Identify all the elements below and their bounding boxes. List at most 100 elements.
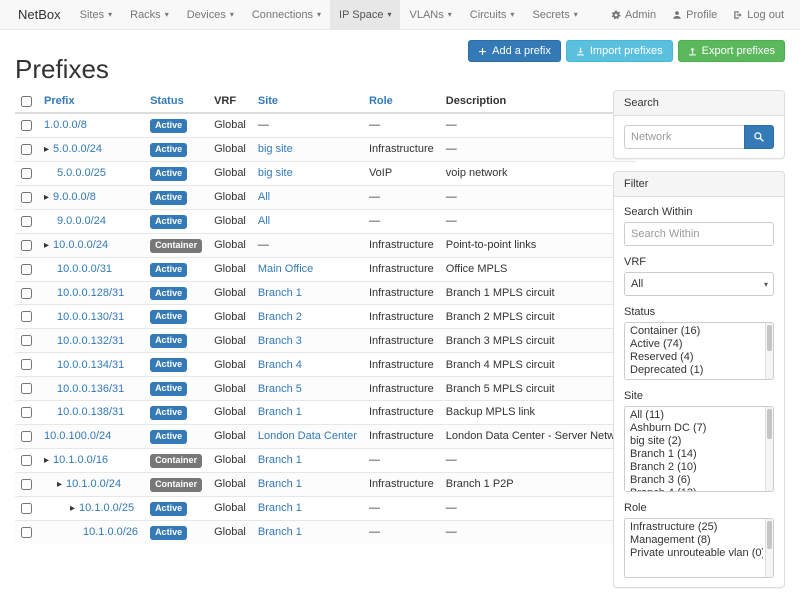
status-listbox-scrollbar[interactable] xyxy=(765,323,773,379)
row-checkbox[interactable] xyxy=(21,455,32,466)
prefix-link[interactable]: 10.0.0.134/31 xyxy=(57,359,124,371)
logout-link[interactable]: Log out xyxy=(725,0,792,29)
prefix-link[interactable]: 10.1.0.0/26 xyxy=(83,526,138,538)
column-header-status[interactable]: Status xyxy=(144,90,208,113)
site-listbox-scrollbar[interactable] xyxy=(765,407,773,491)
row-checkbox[interactable] xyxy=(21,359,32,370)
row-checkbox[interactable] xyxy=(21,288,32,299)
scrollbar-thumb[interactable] xyxy=(767,325,772,351)
row-checkbox[interactable] xyxy=(21,120,32,131)
status-listbox[interactable]: Container (16)Active (74)Reserved (4)Dep… xyxy=(624,322,774,380)
site-link[interactable]: big site xyxy=(258,167,293,179)
listbox-option[interactable]: big site (2) xyxy=(625,435,763,448)
prefix-link[interactable]: 10.0.0.128/31 xyxy=(57,287,124,299)
site-link[interactable]: Branch 1 xyxy=(258,478,302,490)
row-checkbox[interactable] xyxy=(21,264,32,275)
prefix-link[interactable]: 1.0.0.0/8 xyxy=(44,119,87,131)
row-checkbox[interactable] xyxy=(21,503,32,514)
row-checkbox[interactable] xyxy=(21,335,32,346)
add-prefix-button[interactable]: Add a prefix xyxy=(468,40,561,62)
listbox-option[interactable]: Container (16) xyxy=(625,325,763,338)
prefix-link[interactable]: 5.0.0.0/25 xyxy=(57,167,106,179)
nav-item-sites[interactable]: Sites▾ xyxy=(71,0,121,29)
nav-item-circuits[interactable]: Circuits▾ xyxy=(461,0,524,29)
site-link[interactable]: All xyxy=(258,215,270,227)
export-prefixes-button[interactable]: Export prefixes xyxy=(678,40,785,62)
row-checkbox[interactable] xyxy=(21,383,32,394)
column-header-label[interactable]: Role xyxy=(369,95,393,107)
column-header-prefix[interactable]: Prefix xyxy=(38,90,144,113)
row-checkbox[interactable] xyxy=(21,216,32,227)
row-checkbox[interactable] xyxy=(21,431,32,442)
search-button[interactable] xyxy=(744,125,774,149)
listbox-option[interactable]: Reserved (4) xyxy=(625,351,763,364)
nav-item-ip-space[interactable]: IP Space▾ xyxy=(330,0,400,29)
column-header-label[interactable]: Site xyxy=(258,95,278,107)
app-logo[interactable]: NetBox xyxy=(8,0,71,29)
listbox-option[interactable]: Branch 3 (6) xyxy=(625,474,763,487)
site-link[interactable]: Main Office xyxy=(258,263,313,275)
column-header-label[interactable]: Status xyxy=(150,95,184,107)
nav-item-devices[interactable]: Devices▾ xyxy=(178,0,243,29)
role-listbox[interactable]: Infrastructure (25)Management (8)Private… xyxy=(624,518,774,578)
row-checkbox[interactable] xyxy=(21,311,32,322)
admin-link[interactable]: Admin xyxy=(603,0,664,29)
site-link[interactable]: Branch 4 xyxy=(258,359,302,371)
prefix-link[interactable]: 9.0.0.0/8 xyxy=(53,191,96,203)
prefix-link[interactable]: 10.0.0.130/31 xyxy=(57,311,124,323)
site-link[interactable]: Branch 1 xyxy=(258,406,302,418)
listbox-option[interactable]: Ashburn DC (7) xyxy=(625,422,763,435)
site-link[interactable]: Branch 1 xyxy=(258,502,302,514)
row-checkbox[interactable] xyxy=(21,192,32,203)
prefix-link[interactable]: 10.0.0.132/31 xyxy=(57,335,124,347)
prefix-link[interactable]: 10.1.0.0/24 xyxy=(66,478,121,490)
listbox-option[interactable]: Deprecated (1) xyxy=(625,364,763,377)
row-checkbox[interactable] xyxy=(21,479,32,490)
site-link[interactable]: London Data Center xyxy=(258,430,357,442)
column-header-site[interactable]: Site xyxy=(252,90,363,113)
prefix-link[interactable]: 10.0.0.0/31 xyxy=(57,263,112,275)
row-checkbox[interactable] xyxy=(21,168,32,179)
prefix-link[interactable]: 10.1.0.0/16 xyxy=(53,454,108,466)
scrollbar-thumb[interactable] xyxy=(767,409,772,439)
row-checkbox[interactable] xyxy=(21,407,32,418)
row-checkbox[interactable] xyxy=(21,527,32,538)
site-link[interactable]: Branch 1 xyxy=(258,526,302,538)
site-link[interactable]: All xyxy=(258,191,270,203)
prefix-link[interactable]: 10.0.0.138/31 xyxy=(57,406,124,418)
listbox-option[interactable]: Active (74) xyxy=(625,338,763,351)
vrf-select[interactable]: All ▾ xyxy=(624,272,774,296)
prefix-link[interactable]: 9.0.0.0/24 xyxy=(57,215,106,227)
listbox-option[interactable]: Branch 2 (10) xyxy=(625,461,763,474)
listbox-option[interactable]: Management (8) xyxy=(625,534,763,547)
prefix-link[interactable]: 10.1.0.0/25 xyxy=(79,502,134,514)
site-link[interactable]: Branch 1 xyxy=(258,287,302,299)
site-listbox[interactable]: All (11)Ashburn DC (7)big site (2)Branch… xyxy=(624,406,774,492)
listbox-option[interactable]: Branch 4 (12) xyxy=(625,487,763,492)
role-listbox-scrollbar[interactable] xyxy=(765,519,773,577)
select-all-checkbox[interactable] xyxy=(21,96,32,107)
import-prefixes-button[interactable]: Import prefixes xyxy=(566,40,673,62)
site-link[interactable]: big site xyxy=(258,143,293,155)
listbox-option[interactable]: All (11) xyxy=(625,409,763,422)
search-input[interactable] xyxy=(624,125,744,149)
site-link[interactable]: Branch 2 xyxy=(258,311,302,323)
column-header-label[interactable]: Prefix xyxy=(44,95,75,107)
site-link[interactable]: Branch 1 xyxy=(258,454,302,466)
nav-item-vlans[interactable]: VLANs▾ xyxy=(400,0,460,29)
profile-link[interactable]: Profile xyxy=(664,0,725,29)
nav-item-racks[interactable]: Racks▾ xyxy=(121,0,178,29)
nav-item-connections[interactable]: Connections▾ xyxy=(243,0,330,29)
listbox-option[interactable]: Private unrouteable vlan (0) xyxy=(625,547,763,560)
row-checkbox[interactable] xyxy=(21,144,32,155)
prefix-link[interactable]: 10.0.0.0/24 xyxy=(53,239,108,251)
prefix-link[interactable]: 5.0.0.0/24 xyxy=(53,143,102,155)
row-checkbox[interactable] xyxy=(21,240,32,251)
site-link[interactable]: Branch 5 xyxy=(258,383,302,395)
nav-item-secrets[interactable]: Secrets▾ xyxy=(523,0,586,29)
search-within-input[interactable] xyxy=(624,222,774,246)
listbox-option[interactable]: Branch 1 (14) xyxy=(625,448,763,461)
prefix-link[interactable]: 10.0.100.0/24 xyxy=(44,430,111,442)
column-header-role[interactable]: Role xyxy=(363,90,440,113)
prefix-link[interactable]: 10.0.0.136/31 xyxy=(57,383,124,395)
